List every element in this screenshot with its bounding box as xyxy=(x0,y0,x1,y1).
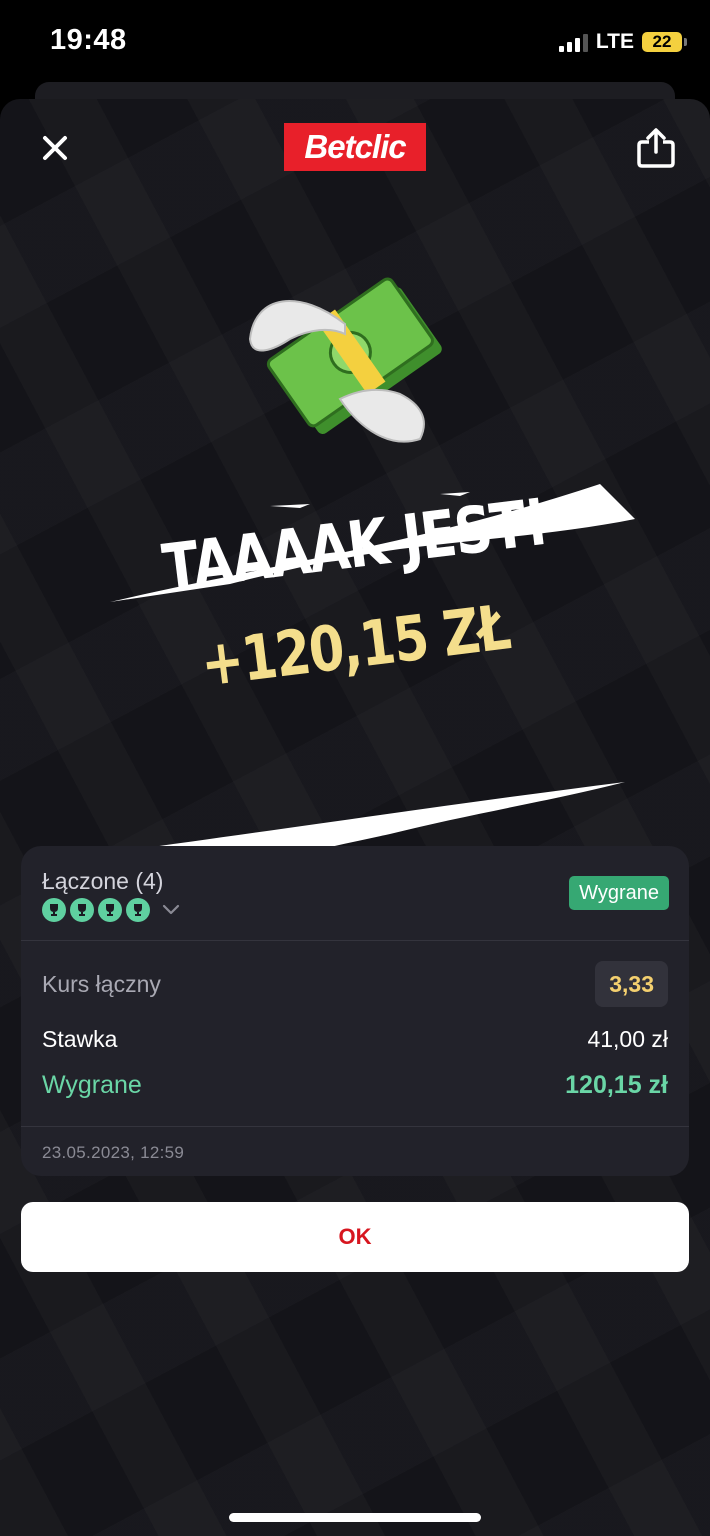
close-button[interactable] xyxy=(38,131,72,165)
status-bar: 19:48 LTE 22 xyxy=(0,0,710,90)
bet-result-sheet: Betclic $ TAAAAK JEST! +120 xyxy=(0,99,710,1536)
trophy-icon xyxy=(126,898,150,922)
odds-label: Kurs łączny xyxy=(42,970,161,997)
bet-type-label: Łączone (4) xyxy=(42,868,164,894)
winnings-value: 120,15 zł xyxy=(565,1071,668,1099)
winnings-row: Wygrane 120,15 zł xyxy=(42,1071,668,1100)
close-icon xyxy=(43,136,67,160)
stake-row: Stawka 41,00 zł xyxy=(42,1026,668,1053)
trophy-icon xyxy=(98,898,122,922)
bet-date: 23.05.2023, 12:59 xyxy=(42,1143,185,1162)
status-badge: Wygrane xyxy=(569,876,669,910)
bet-summary-card: Łączone (4) Wygrane Kurs łączny 3,33 Sta… xyxy=(21,846,689,1176)
share-icon xyxy=(637,128,675,168)
signal-icon xyxy=(558,32,588,52)
share-button[interactable] xyxy=(636,127,676,169)
status-indicators: LTE 22 xyxy=(558,30,687,54)
stake-value: 41,00 zł xyxy=(587,1026,668,1052)
bet-card-header[interactable]: Łączone (4) Wygrane xyxy=(21,846,689,941)
trophy-icon xyxy=(70,898,94,922)
stake-label: Stawka xyxy=(42,1026,118,1052)
battery-icon: 22 xyxy=(642,32,687,52)
bet-card-footer: 23.05.2023, 12:59 xyxy=(21,1126,689,1162)
betclic-logo: Betclic xyxy=(284,123,426,171)
flying-money-icon: $ xyxy=(248,277,442,443)
winnings-label: Wygrane xyxy=(42,1071,142,1099)
battery-level: 22 xyxy=(652,32,672,51)
home-indicator[interactable] xyxy=(229,1513,481,1522)
selections-status xyxy=(42,898,180,922)
network-type: LTE xyxy=(595,30,634,53)
ok-button[interactable]: OK xyxy=(21,1202,689,1272)
odds-value: 3,33 xyxy=(595,961,668,1007)
chevron-down-icon[interactable] xyxy=(162,904,180,916)
odds-row: Kurs łączny 3,33 xyxy=(42,961,668,1007)
trophy-icon xyxy=(42,898,66,922)
status-time: 19:48 xyxy=(50,24,127,56)
